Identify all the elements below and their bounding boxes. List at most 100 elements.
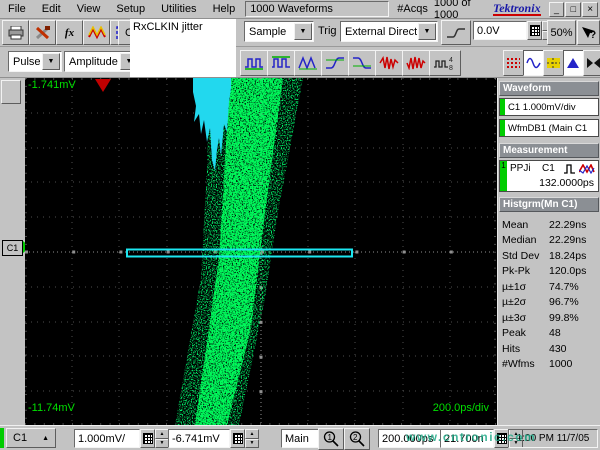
left-strip: C1 [0,78,25,425]
vertical-scale-input[interactable]: 1.000mV/ [74,429,140,448]
horizontal-position-input[interactable]: 21.700n [440,429,494,448]
stat-row-pkpk: Pk-Pk120.0ps [498,264,600,280]
trigger-slope-button[interactable] [441,20,471,45]
step-up-button[interactable]: ▲ [245,429,259,439]
display-dots-button[interactable] [503,50,524,76]
measure-subcategory-select[interactable]: Amplitude ▼ [64,51,140,72]
context-help-button[interactable]: ? [577,20,600,45]
trigger-level-group: 0.0V ▲ ▼ [473,21,556,40]
waveform-item-wfmdb[interactable]: WfmDB1 (Main C1 [499,119,599,137]
stat-value: 22.29ns [549,234,586,246]
meas-jitter-button[interactable] [375,50,403,76]
menu-view[interactable]: View [69,1,109,17]
menu-file[interactable]: File [0,1,34,17]
stat-value: 1000 [549,358,572,370]
keypad-button[interactable] [527,21,542,40]
step-down-button[interactable]: ▼ [155,439,169,449]
tools-button[interactable] [29,20,56,45]
vertical-top-label: -1.741mV [28,79,76,91]
keypad-button[interactable] [230,429,245,448]
mask-icon [586,57,600,69]
stat-label: µ±3σ [498,312,549,324]
stat-value: 96.7% [549,296,579,308]
stat-value: 18.24ps [549,250,586,262]
measurement-source: C1 [542,163,555,174]
channel-color-bar [500,120,505,136]
waveform-item-c1[interactable]: C1 1.000mV/div [499,98,599,116]
channel-marker-label[interactable]: C1 [2,240,23,256]
magnifier-1-icon: 1 [323,431,339,447]
timebase-select[interactable]: Main [281,429,319,448]
menu-utilities[interactable]: Utilities [153,1,204,17]
set-level-50-button[interactable]: 50% [547,20,576,45]
meas-bitrate-button[interactable]: 4 8 [429,50,461,76]
vertical-offset-group: -6.741mV ▲ ▼ [168,429,259,448]
menu-edit[interactable]: Edit [34,1,69,17]
window-close-button[interactable]: × [582,2,598,17]
meas-noise-button[interactable] [402,50,430,76]
fx-button[interactable]: fx [56,20,83,45]
step-up-button[interactable]: ▲ [155,429,169,439]
window-minimize-button[interactable]: _ [549,2,565,17]
measurement-item[interactable]: 1 PPJi C1 132.0000ps [499,160,599,192]
stat-row-mean: Mean22.29ns [498,217,600,233]
rising-edge-icon [446,27,466,39]
svg-text:?: ? [590,30,596,40]
stat-row-peak: Peak48 [498,326,600,342]
icon-digit-8: 8 [449,65,453,71]
histogram-icon [566,57,581,69]
window-restore-button[interactable]: □ [565,2,581,17]
waveform-setup-button[interactable] [83,20,110,45]
keypad-button[interactable] [494,429,509,448]
meas-low-button[interactable] [267,50,295,76]
rise-time-icon [325,56,345,70]
meas-rise-button[interactable] [321,50,349,76]
tooltip-text: RxCLKIN jitter [133,21,203,33]
dots-icon [506,57,521,69]
stat-label: #Wfms [498,358,549,370]
vertical-bottom-label: -11.74mV [28,402,75,414]
stat-value: 99.8% [549,312,579,324]
channel-color-bar [0,428,4,448]
stat-value: 120.0ps [549,265,586,277]
print-button[interactable] [2,20,29,45]
mag1-button[interactable]: 1 [318,428,344,450]
histogram-mode-button[interactable] [563,50,584,76]
meas-amplitude-button[interactable] [294,50,322,76]
acquisition-mode-select[interactable]: Sample ▼ [244,21,314,42]
measure-category-select[interactable]: Pulse ▼ [8,51,62,72]
keypad-button[interactable] [140,429,155,448]
pulse-glyph-icon [564,164,576,174]
noise-burst2-icon [406,56,426,70]
stat-value: 74.7% [549,281,579,293]
meas-high-button[interactable] [240,50,268,76]
display-vector-button[interactable] [523,50,544,76]
horizontal-scale-input[interactable]: 200.000ps [378,429,444,448]
chevron-down-icon[interactable]: ▼ [294,23,312,40]
channel-select-button[interactable]: C1 ▲ [6,428,56,448]
left-strip-button[interactable] [1,80,21,104]
stat-label: Median [498,234,549,246]
square-wave-icon [244,56,264,70]
chevron-down-icon[interactable]: ▼ [42,53,60,70]
trigger-source-select[interactable]: External Direct ▼ [340,21,438,42]
mag2-button[interactable]: 2 [344,428,370,450]
waveform-database-button[interactable] [543,50,564,76]
menu-setup[interactable]: Setup [108,1,153,17]
tooltip-box: RxCLKIN jitter [130,19,236,77]
graticule[interactable]: -1.741mV -11.74mV 200.0ps/div [25,78,497,425]
chevron-down-icon[interactable]: ▼ [418,23,436,40]
mask-test-button[interactable] [583,50,600,76]
vertical-offset-input[interactable]: -6.741mV [168,429,230,448]
meas-fall-button[interactable] [348,50,376,76]
menu-help[interactable]: Help [205,1,244,17]
m-wave-icon [298,56,318,70]
measure-category-value: Pulse [9,56,41,68]
keypad-icon [497,433,507,444]
trigger-level-input[interactable]: 0.0V [473,21,527,40]
display-area: C1 [0,78,600,425]
keypad-icon [233,433,243,444]
acquisition-mode-value: Sample [245,26,293,38]
step-down-button[interactable]: ▼ [245,439,259,449]
histogram-section-header: Histgrm(Mn C1) [499,197,599,212]
